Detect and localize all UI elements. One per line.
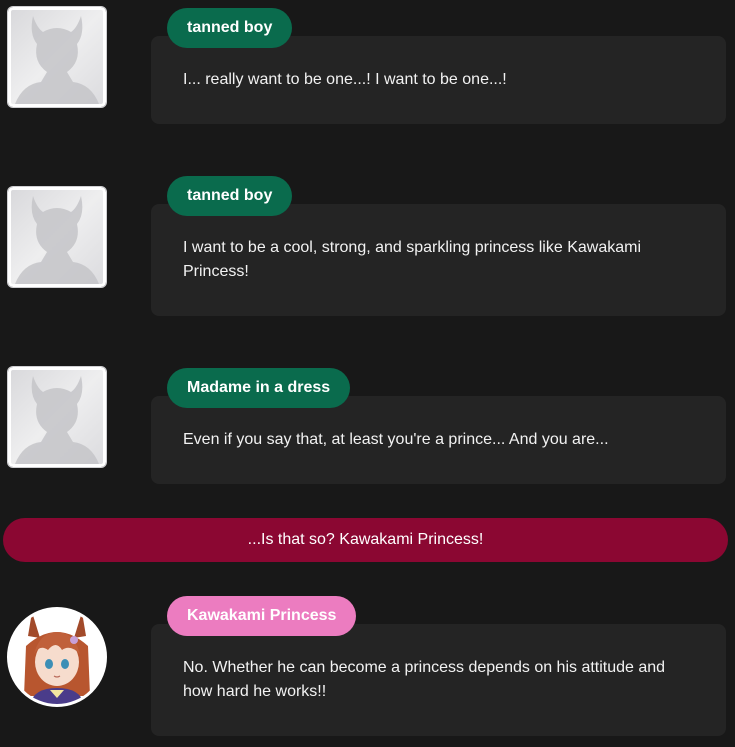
avatar-placeholder-2 (8, 187, 106, 287)
message-text: Even if you say that, at least you're a … (183, 431, 609, 448)
speaker-tag-3: Madame in a dress (167, 368, 351, 408)
avatar-kawakami-princess (7, 607, 107, 707)
silhouette-placeholder-icon (15, 376, 99, 464)
message-text: No. Whether he can become a princess dep… (183, 659, 666, 700)
message-text: I want to be a cool, strong, and sparkli… (183, 239, 642, 280)
avatar-placeholder-3 (8, 367, 106, 467)
speaker-tag-4: Kawakami Princess (167, 596, 357, 636)
speaker-tag-2: tanned boy (167, 176, 293, 216)
message-bubble-3: Even if you say that, at least you're a … (151, 396, 726, 484)
message-bubble-2: I want to be a cool, strong, and sparkli… (151, 204, 726, 316)
character-portrait-icon (10, 610, 104, 704)
dialogue-choice-button[interactable]: ...Is that so? Kawakami Princess! (3, 518, 728, 562)
message-bubble-1: I... really want to be one...! I want to… (151, 36, 726, 124)
silhouette-placeholder-icon (15, 16, 99, 104)
speaker-tag-1: tanned boy (167, 8, 293, 48)
dialogue-log: I... really want to be one...! I want to… (0, 0, 735, 747)
avatar-placeholder-1 (8, 7, 106, 107)
message-bubble-4: No. Whether he can become a princess dep… (151, 624, 726, 736)
silhouette-placeholder-icon (15, 196, 99, 284)
message-text: I... really want to be one...! I want to… (183, 71, 507, 88)
